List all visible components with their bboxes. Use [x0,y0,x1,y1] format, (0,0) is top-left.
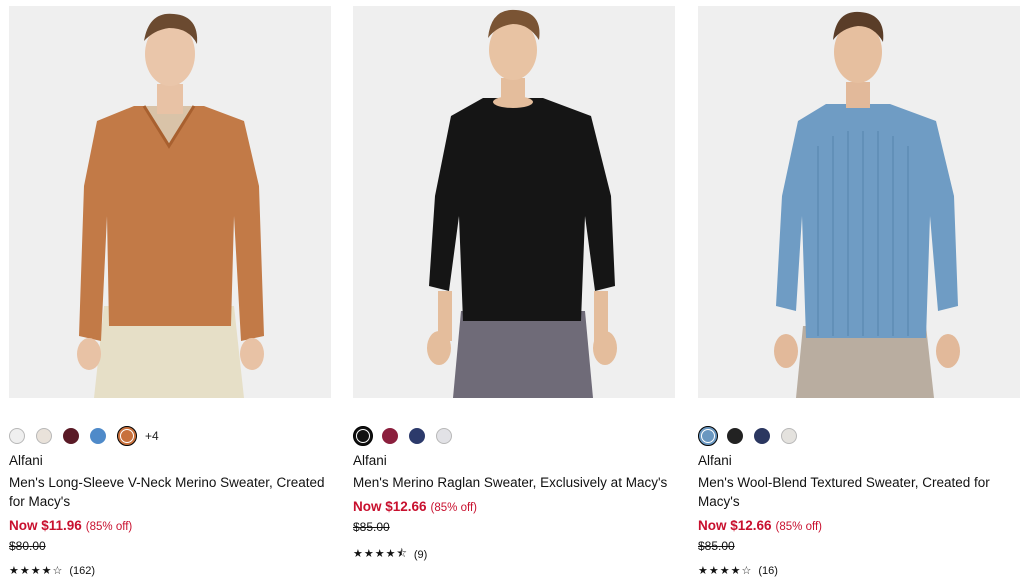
product-image[interactable] [698,6,1020,398]
review-count: (16) [758,564,778,577]
color-swatches [698,426,808,446]
sale-price: Now $12.66 (85% off) [698,518,822,533]
brand-name: Alfani [353,453,387,468]
color-swatch-selected[interactable] [698,426,718,446]
color-swatches [353,426,463,446]
product-image[interactable] [353,6,675,398]
star-rating-icon: ★★★★⯪ [353,547,408,560]
product-title-line: for Macy's [9,494,71,509]
pants [453,311,593,398]
rating[interactable]: ★★★★⯪ (9) [353,545,427,564]
color-swatches: +4 [9,426,159,446]
product-title-line: Macy's [698,494,740,509]
color-swatch[interactable] [36,428,52,444]
product-image[interactable] [9,6,331,398]
color-swatch-selected[interactable] [117,426,137,446]
more-colors-link[interactable]: +4 [145,429,159,443]
original-price: $85.00 [353,520,390,534]
review-count: (162) [69,564,95,577]
brand-name: Alfani [698,453,732,468]
discount-label: (85% off) [430,502,477,514]
color-swatch[interactable] [781,428,797,444]
original-price: $80.00 [9,539,46,553]
product-title-line: Men's Long-Sleeve V-Neck Merino Sweater,… [9,475,325,490]
color-swatch[interactable] [9,428,25,444]
star-rating-icon: ★★★★☆ [698,564,753,577]
original-price: $85.00 [698,539,735,553]
product-card: +4 Alfani Men's Long-Sleeve V-Neck Merin… [9,6,331,577]
discount-label: (85% off) [85,521,133,533]
sale-price: Now $11.96 (85% off) [9,518,132,533]
color-swatch[interactable] [409,428,425,444]
color-swatch[interactable] [90,428,106,444]
rating[interactable]: ★★★★☆ (162) [9,564,95,577]
product-card: Alfani Men's Wool-Blend Textured Sweater… [698,6,1020,577]
model-photo [698,6,1020,398]
product-title-link[interactable]: Men's Wool-Blend Textured Sweater, Creat… [698,473,1020,511]
color-swatch-selected[interactable] [353,426,373,446]
color-swatch[interactable] [436,428,452,444]
product-title-link[interactable]: Men's Merino Raglan Sweater, Exclusively… [353,473,675,492]
rating[interactable]: ★★★★☆ (16) [698,564,778,577]
product-title-line: Men's Merino Raglan Sweater, Exclusively… [353,475,668,490]
product-title-line: Men's Wool-Blend Textured Sweater, Creat… [698,475,990,490]
star-rating-icon: ★★★★☆ [9,564,64,577]
color-swatch[interactable] [754,428,770,444]
price-now: Now $11.96 [9,518,82,533]
brand-name: Alfani [9,453,43,468]
price-now: Now $12.66 [698,518,772,533]
product-card: Alfani Men's Merino Raglan Sweater, Excl… [353,6,675,561]
model-photo [353,6,675,398]
color-swatch[interactable] [727,428,743,444]
color-swatch[interactable] [63,428,79,444]
product-title-link[interactable]: Men's Long-Sleeve V-Neck Merino Sweater,… [9,473,331,511]
color-swatch[interactable] [382,428,398,444]
price-now: Now $12.66 [353,499,427,514]
sale-price: Now $12.66 (85% off) [353,499,477,514]
review-count: (9) [413,548,428,561]
discount-label: (85% off) [775,521,822,533]
model-photo [9,6,331,398]
